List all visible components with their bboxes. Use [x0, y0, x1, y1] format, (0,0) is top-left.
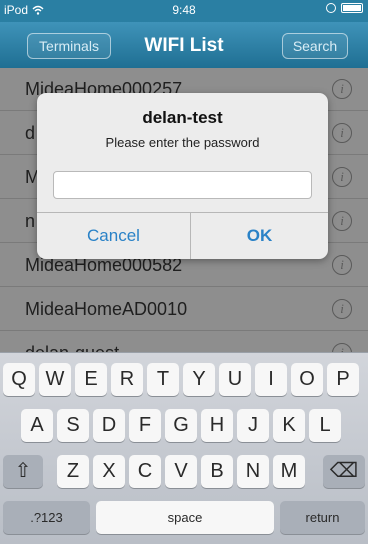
ssid-label: d [25, 123, 36, 143]
key-b[interactable]: B [201, 455, 233, 488]
key-z[interactable]: Z [57, 455, 89, 488]
ssid-label: delan-guest [25, 343, 119, 352]
info-icon[interactable]: i [332, 299, 352, 319]
key-d[interactable]: D [93, 409, 125, 442]
alert-message: Please enter the password [105, 135, 260, 150]
key-s[interactable]: S [57, 409, 89, 442]
ssid-label: MideaHomeAD0010 [25, 299, 188, 319]
delete-key[interactable]: ⌫ [323, 455, 365, 488]
status-time: 9:48 [172, 3, 196, 17]
key-h[interactable]: H [201, 409, 233, 442]
key-m[interactable]: M [273, 455, 305, 488]
key-l[interactable]: L [309, 409, 341, 442]
ok-button[interactable]: OK [191, 213, 328, 259]
battery-icon [341, 3, 363, 13]
numbers-key[interactable]: .?123 [3, 501, 90, 534]
key-e[interactable]: E [75, 363, 107, 396]
status-bar: iPod 9:48 [0, 0, 368, 22]
ssid-label: n [25, 211, 36, 231]
info-icon[interactable]: i [332, 123, 352, 143]
list-item[interactable]: delan-guest i [0, 332, 368, 352]
key-p[interactable]: P [327, 363, 359, 396]
alert-title: delan-test [142, 108, 223, 127]
search-button[interactable]: Search [282, 33, 348, 59]
nav-bar: Terminals WIFI List Search [0, 22, 368, 68]
return-key[interactable]: return [280, 501, 365, 534]
key-u[interactable]: U [219, 363, 251, 396]
info-icon[interactable]: i [332, 79, 352, 99]
keyboard: Q W E R T Y U I O P A S D F G H J K L ⇧ … [0, 352, 368, 544]
password-alert: delan-test Please enter the password Can… [37, 93, 328, 259]
space-key[interactable]: space [96, 501, 274, 534]
password-input[interactable] [53, 171, 312, 199]
key-n[interactable]: N [237, 455, 269, 488]
key-o[interactable]: O [291, 363, 323, 396]
status-right [326, 3, 363, 13]
key-v[interactable]: V [165, 455, 197, 488]
key-y[interactable]: Y [183, 363, 215, 396]
rotation-lock-icon [326, 3, 336, 13]
key-f[interactable]: F [129, 409, 161, 442]
info-icon[interactable]: i [332, 343, 352, 352]
info-icon[interactable]: i [332, 167, 352, 187]
key-j[interactable]: J [237, 409, 269, 442]
key-q[interactable]: Q [3, 363, 35, 396]
key-x[interactable]: X [93, 455, 125, 488]
key-t[interactable]: T [147, 363, 179, 396]
shift-key[interactable]: ⇧ [3, 455, 43, 488]
list-item[interactable]: MideaHomeAD0010 i [0, 288, 368, 331]
cancel-button[interactable]: Cancel [37, 213, 190, 259]
key-k[interactable]: K [273, 409, 305, 442]
key-w[interactable]: W [39, 363, 71, 396]
info-icon[interactable]: i [332, 211, 352, 231]
info-icon[interactable]: i [332, 255, 352, 275]
key-g[interactable]: G [165, 409, 197, 442]
key-r[interactable]: R [111, 363, 143, 396]
key-a[interactable]: A [21, 409, 53, 442]
key-c[interactable]: C [129, 455, 161, 488]
key-i[interactable]: I [255, 363, 287, 396]
